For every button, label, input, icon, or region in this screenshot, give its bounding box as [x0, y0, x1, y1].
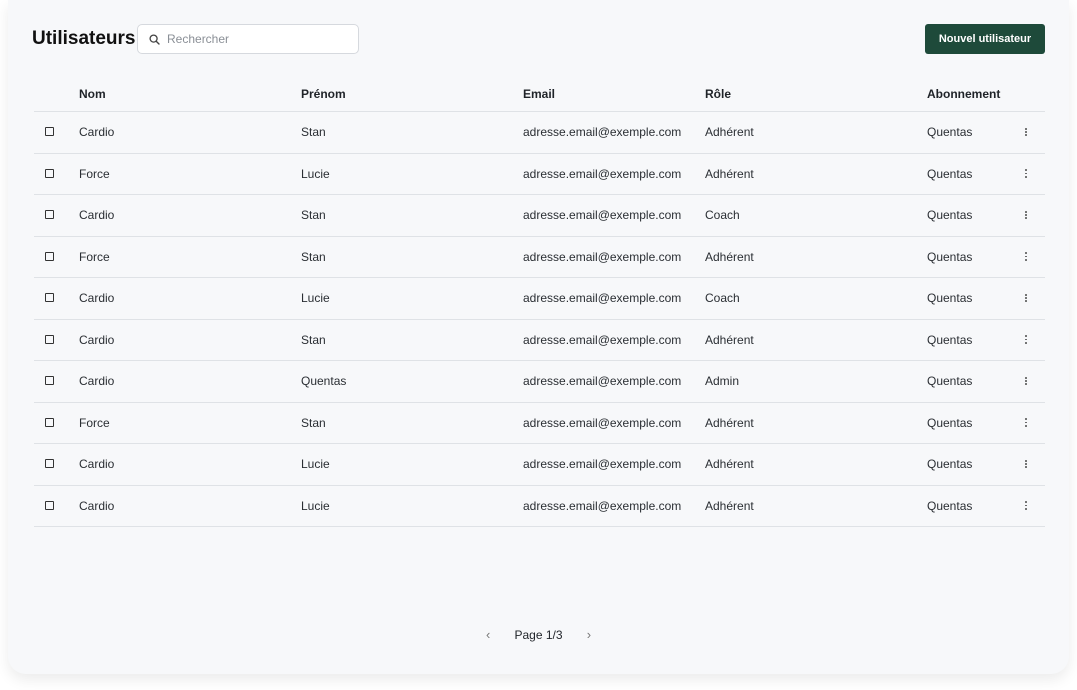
- cell-role: Coach: [705, 291, 740, 305]
- more-vertical-icon[interactable]: [1020, 372, 1032, 390]
- cell-email: adresse.email@exemple.com: [523, 415, 682, 430]
- page-indicator: Page 1/3: [514, 628, 563, 642]
- cell-email: adresse.email@exemple.com: [523, 208, 682, 222]
- table-row[interactable]: Force Stan adresse.email@exemple.com Adhére…: [34, 237, 1045, 278]
- column-header-email[interactable]: Email: [523, 87, 555, 101]
- cell-nom: Cardio: [79, 374, 115, 388]
- cell-prenom: Lucie: [301, 498, 330, 513]
- cell-nom: Cardio: [79, 125, 115, 139]
- cell-nom: Cardio: [79, 457, 115, 471]
- cell-role: Adhérent: [705, 415, 754, 430]
- cell-abonnement: Quentas: [927, 125, 973, 139]
- cell-nom: Force: [79, 415, 110, 430]
- cell-abonnement: Quentas: [927, 208, 973, 222]
- cell-email: adresse.email@exemple.com: [523, 457, 682, 471]
- more-vertical-icon[interactable]: [1020, 455, 1032, 473]
- checkbox-icon[interactable]: [45, 210, 54, 219]
- users-table: Nom Prénom Email Rôle Abonnement Cardio S…: [34, 80, 1045, 527]
- cell-nom: Cardio: [79, 208, 115, 222]
- cell-role: Admin: [705, 374, 740, 388]
- cell-abonnement: Quentas: [927, 415, 973, 430]
- checkbox-icon[interactable]: [45, 127, 54, 136]
- cell-abonnement: Quentas: [927, 374, 973, 388]
- checkbox-icon[interactable]: [45, 417, 54, 427]
- pagination: ‹ Page 1/3 ›: [8, 627, 1069, 645]
- chevron-right-icon[interactable]: ›: [580, 627, 598, 642]
- cell-abonnement: Quentas: [927, 166, 973, 181]
- cell-abonnement: Quentas: [927, 291, 973, 305]
- cell-email: adresse.email@exemple.com: [523, 291, 682, 305]
- cell-prenom: Stan: [301, 208, 326, 222]
- cell-abonnement: Quentas: [927, 457, 973, 471]
- checkbox-icon[interactable]: [45, 500, 54, 510]
- search-box[interactable]: [137, 24, 359, 54]
- checkbox-icon[interactable]: [45, 334, 54, 344]
- cell-abonnement: Quentas: [927, 249, 973, 264]
- cell-role: Adhérent: [705, 249, 754, 264]
- cell-nom: Cardio: [79, 498, 115, 513]
- more-vertical-icon[interactable]: [1020, 123, 1032, 141]
- checkbox-icon[interactable]: [45, 293, 54, 302]
- cell-prenom: Lucie: [301, 457, 330, 471]
- new-user-button[interactable]: Nouvel utilisateur: [925, 24, 1045, 54]
- cell-prenom: Quentas: [301, 374, 347, 388]
- column-header-role[interactable]: Rôle: [705, 87, 731, 101]
- cell-abonnement: Quentas: [927, 498, 973, 513]
- column-header-abonnement[interactable]: Abonnement: [927, 87, 1000, 101]
- cell-nom: Force: [79, 166, 110, 181]
- table-header: Nom Prénom Email Rôle Abonnement: [34, 80, 1045, 112]
- cell-prenom: Lucie: [301, 291, 330, 305]
- more-vertical-icon[interactable]: [1020, 331, 1032, 349]
- cell-role: Coach: [705, 208, 740, 222]
- table-row[interactable]: Cardio Stan adresse.email@exemple.com Adhér…: [34, 320, 1045, 361]
- cell-role: Adhérent: [705, 457, 754, 471]
- table-row[interactable]: Cardio Stan adresse.email@exemple.com Adhér…: [34, 112, 1045, 154]
- table-row[interactable]: Cardio Lucie adresse.email@exemple.com Coac…: [34, 278, 1045, 320]
- table-body: Cardio Stan adresse.email@exemple.com Adhér…: [34, 112, 1045, 527]
- column-header-prenom[interactable]: Prénom: [301, 87, 346, 101]
- cell-email: adresse.email@exemple.com: [523, 125, 682, 139]
- checkbox-icon[interactable]: [45, 251, 54, 261]
- table-row[interactable]: Cardio Lucie adresse.email@exemple.com Adhé…: [34, 444, 1045, 486]
- more-vertical-icon[interactable]: [1020, 165, 1032, 183]
- cell-prenom: Stan: [301, 332, 326, 347]
- cell-email: adresse.email@exemple.com: [523, 332, 682, 347]
- page-title: Utilisateurs: [32, 28, 136, 49]
- cell-prenom: Stan: [301, 125, 326, 139]
- checkbox-icon[interactable]: [45, 168, 54, 178]
- cell-prenom: Lucie: [301, 166, 330, 181]
- cell-nom: Cardio: [79, 332, 115, 347]
- cell-prenom: Stan: [301, 249, 326, 264]
- cell-email: adresse.email@exemple.com: [523, 498, 682, 513]
- cell-abonnement: Quentas: [927, 332, 973, 347]
- more-vertical-icon[interactable]: [1020, 206, 1032, 224]
- users-panel: Utilisateurs Nouvel utilisateur Nom Prén…: [8, 0, 1069, 674]
- column-header-nom[interactable]: Nom: [79, 87, 106, 101]
- table-row[interactable]: Force Stan adresse.email@exemple.com Adhére…: [34, 403, 1045, 444]
- more-vertical-icon[interactable]: [1020, 414, 1032, 432]
- page-header: Utilisateurs Nouvel utilisateur: [32, 24, 1045, 54]
- checkbox-icon[interactable]: [45, 376, 54, 385]
- chevron-left-icon[interactable]: ‹: [479, 627, 497, 642]
- cell-email: adresse.email@exemple.com: [523, 374, 682, 388]
- checkbox-icon[interactable]: [45, 459, 54, 468]
- table-row[interactable]: Cardio Lucie adresse.email@exemple.com Adhé…: [34, 486, 1045, 527]
- more-vertical-icon[interactable]: [1020, 289, 1032, 307]
- table-row[interactable]: Force Lucie adresse.email@exemple.com Adhér…: [34, 154, 1045, 195]
- cell-role: Adhérent: [705, 498, 754, 513]
- cell-role: Adhérent: [705, 332, 754, 347]
- cell-email: adresse.email@exemple.com: [523, 166, 682, 181]
- more-vertical-icon[interactable]: [1020, 497, 1032, 515]
- table-row[interactable]: Cardio Stan adresse.email@exemple.com Coach…: [34, 195, 1045, 237]
- cell-role: Adhérent: [705, 166, 754, 181]
- table-row[interactable]: Cardio Quentas adresse.email@exemple.com Ad…: [34, 361, 1045, 403]
- cell-nom: Force: [79, 249, 110, 264]
- more-vertical-icon[interactable]: [1020, 248, 1032, 266]
- cell-nom: Cardio: [79, 291, 115, 305]
- cell-prenom: Stan: [301, 415, 326, 430]
- search-input[interactable]: [167, 25, 352, 53]
- cell-email: adresse.email@exemple.com: [523, 249, 682, 264]
- search-icon: [149, 34, 160, 45]
- cell-role: Adhérent: [705, 125, 754, 139]
